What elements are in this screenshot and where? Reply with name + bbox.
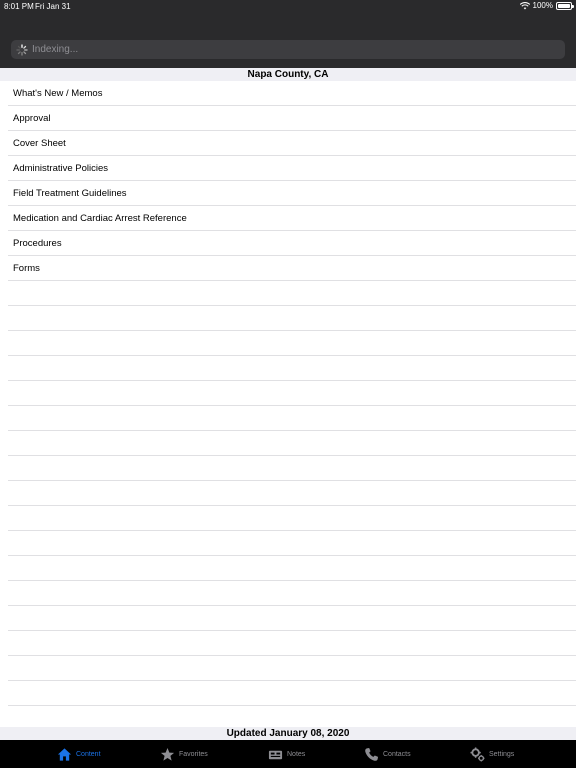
tab-label: Notes bbox=[287, 750, 306, 758]
empty-row bbox=[8, 506, 576, 531]
updated-footer: Updated January 08, 2020 bbox=[0, 727, 576, 740]
battery-percent: 100% bbox=[532, 1, 553, 10]
search-bar[interactable]: Indexing... bbox=[11, 40, 565, 59]
empty-row bbox=[8, 556, 576, 581]
status-date: Fri Jan 31 bbox=[35, 2, 71, 11]
empty-row bbox=[8, 406, 576, 431]
list-item[interactable]: Administrative Policies bbox=[8, 156, 576, 181]
status-right: 100% bbox=[519, 1, 574, 10]
star-icon bbox=[160, 747, 175, 761]
empty-row bbox=[8, 606, 576, 631]
empty-row bbox=[8, 431, 576, 456]
phone-icon bbox=[365, 747, 379, 761]
list-item[interactable]: Field Treatment Guidelines bbox=[8, 181, 576, 206]
status-time: 8:01 PM bbox=[4, 2, 34, 11]
wifi-icon bbox=[519, 1, 530, 9]
status-bar: 8:01 PM Fri Jan 31 100% bbox=[0, 0, 576, 12]
tab-label: Content bbox=[76, 750, 101, 758]
top-bar: 8:01 PM Fri Jan 31 100% Indexing... bbox=[0, 0, 576, 68]
tab-label: Favorites bbox=[179, 750, 208, 758]
list-item[interactable]: Approval bbox=[8, 106, 576, 131]
list-item[interactable]: Medication and Cardiac Arrest Reference bbox=[8, 206, 576, 231]
tab-contacts[interactable]: Contacts bbox=[364, 740, 411, 768]
home-icon bbox=[57, 747, 72, 761]
empty-row bbox=[8, 356, 576, 381]
tab-label: Contacts bbox=[383, 750, 411, 758]
notes-icon bbox=[268, 750, 283, 759]
empty-list-area bbox=[0, 281, 576, 731]
list-item[interactable]: Procedures bbox=[8, 231, 576, 256]
empty-row bbox=[8, 531, 576, 556]
tab-settings[interactable]: Settings bbox=[470, 740, 514, 768]
list-item[interactable]: Forms bbox=[8, 256, 576, 281]
empty-row bbox=[8, 481, 576, 506]
battery-icon bbox=[556, 1, 574, 10]
empty-row bbox=[8, 581, 576, 606]
empty-row bbox=[8, 381, 576, 406]
tab-label: Settings bbox=[489, 750, 515, 758]
loading-spinner-icon bbox=[16, 43, 28, 56]
empty-row bbox=[8, 656, 576, 681]
tab-bar: Content Favorites Notes Contacts Setting… bbox=[0, 740, 576, 768]
tab-favorites[interactable]: Favorites bbox=[160, 740, 208, 768]
empty-row bbox=[8, 631, 576, 656]
list-item[interactable]: Cover Sheet bbox=[8, 131, 576, 156]
list-item[interactable]: What's New / Memos bbox=[8, 81, 576, 106]
tab-content[interactable]: Content bbox=[57, 740, 101, 768]
tab-notes[interactable]: Notes bbox=[268, 740, 305, 768]
empty-row bbox=[8, 456, 576, 481]
empty-row bbox=[8, 306, 576, 331]
empty-row bbox=[8, 331, 576, 356]
section-header: Napa County, CA bbox=[0, 68, 576, 81]
empty-row bbox=[8, 681, 576, 706]
gear-icon bbox=[470, 746, 485, 762]
search-placeholder: Indexing... bbox=[32, 44, 79, 55]
content-list: What's New / Memos Approval Cover Sheet … bbox=[0, 81, 576, 281]
empty-row bbox=[8, 281, 576, 306]
